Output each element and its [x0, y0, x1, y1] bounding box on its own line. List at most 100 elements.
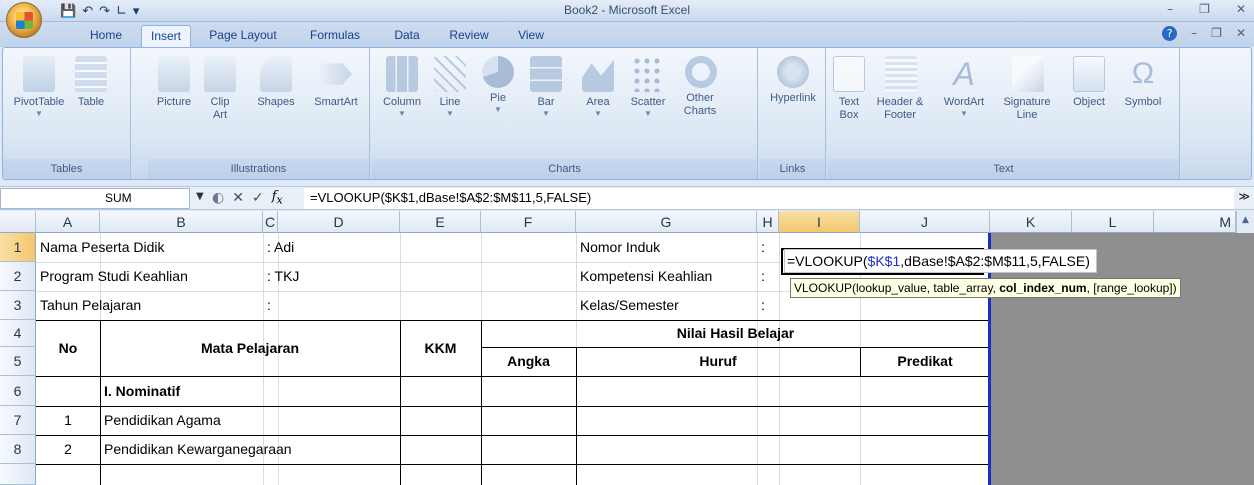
row-header-5[interactable]: 5	[0, 347, 36, 376]
cell-g2[interactable]: Kompetensi Keahlian	[576, 262, 712, 291]
cancel-icon[interactable]: ✕	[232, 190, 244, 206]
cell-c2[interactable]: : TKJ	[263, 262, 299, 291]
cell-c1[interactable]: : Adi	[263, 233, 294, 262]
symbol-button[interactable]: Ω Symbol	[1118, 56, 1168, 109]
picture-button[interactable]: Picture	[152, 56, 196, 109]
cell-h2[interactable]: :	[757, 262, 765, 291]
cell-g3[interactable]: Kelas/Semester	[576, 291, 679, 320]
document-controls: ? – ❐ ✕	[1162, 26, 1246, 41]
enter-icon[interactable]: ✓	[252, 190, 264, 206]
table-button[interactable]: Table	[71, 56, 111, 109]
cell-b6[interactable]: I. Nominatif	[100, 376, 180, 406]
row-header-7[interactable]: 7	[0, 406, 36, 435]
restore-icon[interactable]: ❐	[1199, 2, 1210, 16]
doc-restore-icon[interactable]: ❐	[1211, 26, 1222, 41]
column-header-l[interactable]: L	[1072, 211, 1154, 233]
column-header-c[interactable]: C	[263, 211, 278, 233]
column-header-k[interactable]: K	[990, 211, 1072, 233]
row-header-4[interactable]: 4	[0, 320, 36, 347]
cell-b2[interactable]: Program Studi Keahlian	[36, 262, 188, 291]
cell-a7[interactable]: 1	[36, 406, 100, 435]
column-header-g[interactable]: G	[576, 211, 757, 233]
help-icon[interactable]: ?	[1162, 26, 1178, 41]
tab-page-layout[interactable]: Page Layout	[197, 25, 289, 47]
cell-c3[interactable]: :	[263, 291, 271, 320]
wordart-icon: A	[953, 56, 975, 92]
line-chart-button[interactable]: Line ▼	[432, 56, 468, 118]
formula-input[interactable]: =VLOOKUP($K$1,dBase!$A$2:$M$11,5,FALSE)	[304, 188, 1234, 209]
column-header-i[interactable]: I	[779, 211, 860, 233]
column-header-b[interactable]: B	[100, 211, 263, 233]
cell-j5[interactable]: Predikat	[860, 347, 990, 376]
cell-h1[interactable]: :	[757, 233, 765, 262]
minimize-icon[interactable]: –	[1167, 2, 1173, 16]
other-charts-button[interactable]: Other Charts	[678, 56, 724, 118]
select-all-corner[interactable]	[0, 211, 36, 233]
column-header-h[interactable]: H	[757, 211, 779, 233]
column-chart-button[interactable]: Column ▼	[380, 56, 424, 118]
tooltip-function-name[interactable]: VLOOKUP(	[794, 281, 856, 295]
header-footer-button[interactable]: Header & Footer	[870, 56, 932, 122]
tab-review[interactable]: Review	[436, 25, 502, 47]
tab-formulas[interactable]: Formulas	[295, 25, 375, 47]
cell-b1[interactable]: Nama Peserta Didik	[36, 233, 165, 262]
worksheet[interactable]: A B C D E F G H I J K L M ▲ 1 2 3 4 5 6 …	[0, 211, 1254, 485]
office-button[interactable]	[6, 2, 42, 38]
column-header-m[interactable]: M	[1154, 211, 1236, 233]
row-header-1[interactable]: 1	[0, 233, 36, 262]
close-icon[interactable]: ✕	[1236, 2, 1246, 16]
expand-formula-bar-icon[interactable]: ≫	[1238, 190, 1250, 203]
chevron-down-icon[interactable]: ▼	[196, 191, 204, 202]
office-logo-icon	[16, 12, 33, 29]
picture-icon	[158, 56, 190, 92]
smartart-button[interactable]: SmartArt	[308, 56, 364, 109]
column-header-f[interactable]: F	[481, 211, 576, 233]
column-header-a[interactable]: A	[36, 211, 100, 233]
doc-close-icon[interactable]: ✕	[1236, 26, 1246, 41]
row-header-6[interactable]: 6	[0, 376, 36, 406]
table-icon	[75, 56, 107, 92]
tab-data[interactable]: Data	[383, 25, 431, 47]
tooltip-current-arg: col_index_num	[999, 281, 1087, 295]
clip-art-button[interactable]: Clip Art	[200, 56, 240, 122]
row-header-2[interactable]: 2	[0, 262, 36, 291]
wordart-button[interactable]: A WordArt ▼	[936, 56, 992, 118]
row-header-8[interactable]: 8	[0, 435, 36, 464]
column-header-e[interactable]: E	[400, 211, 481, 233]
cell-g1[interactable]: Nomor Induk	[576, 233, 660, 262]
shapes-button[interactable]: Shapes	[252, 56, 300, 109]
cell-f5[interactable]: Angka	[481, 347, 576, 376]
cell-g5[interactable]: Huruf	[576, 347, 860, 376]
tab-view[interactable]: View	[504, 25, 558, 47]
area-chart-button[interactable]: Area ▼	[578, 56, 618, 118]
signature-line-button[interactable]: Signature Line	[996, 56, 1060, 122]
tab-home[interactable]: Home	[76, 25, 136, 47]
doc-minimize-icon[interactable]: –	[1191, 26, 1197, 41]
insert-function-icon[interactable]: fx	[272, 189, 283, 207]
column-header-d[interactable]: D	[278, 211, 400, 233]
object-button[interactable]: Object	[1064, 56, 1114, 109]
row-header-9[interactable]	[0, 464, 36, 485]
cell-editor[interactable]: =VLOOKUP($K$1,dBase!$A$2:$M$11,5,FALSE)	[784, 249, 1097, 273]
row-header-3[interactable]: 3	[0, 291, 36, 320]
scroll-up-icon[interactable]: ▲	[1237, 215, 1254, 225]
cell-b4[interactable]: Mata Pelajaran	[100, 320, 400, 376]
cell-a8[interactable]: 2	[36, 435, 100, 464]
column-header-j[interactable]: J	[860, 211, 990, 233]
bar-chart-button[interactable]: Bar ▼	[528, 56, 564, 118]
name-box[interactable]: SUM	[0, 188, 190, 209]
cell-b8[interactable]: Pendidikan Kewarganegaraan	[100, 435, 292, 464]
formula-options-icon[interactable]: ◐	[212, 190, 224, 206]
cell-b7[interactable]: Pendidikan Agama	[100, 406, 221, 435]
tab-insert[interactable]: Insert	[141, 25, 191, 47]
pie-chart-button[interactable]: Pie ▼	[480, 56, 516, 114]
scatter-chart-button[interactable]: Scatter ▼	[626, 56, 670, 118]
hyperlink-button[interactable]: Hyperlink	[766, 56, 820, 105]
pivottable-button[interactable]: PivotTable ▼	[11, 56, 67, 118]
cell-b3[interactable]: Tahun Pelajaran	[36, 291, 141, 320]
cell-h3[interactable]: :	[757, 291, 765, 320]
cell-f4[interactable]: Nilai Hasil Belajar	[481, 320, 990, 347]
cell-e4[interactable]: KKM	[400, 320, 481, 376]
cell-a4[interactable]: No	[36, 320, 100, 376]
text-box-button[interactable]: Text Box	[832, 56, 866, 122]
